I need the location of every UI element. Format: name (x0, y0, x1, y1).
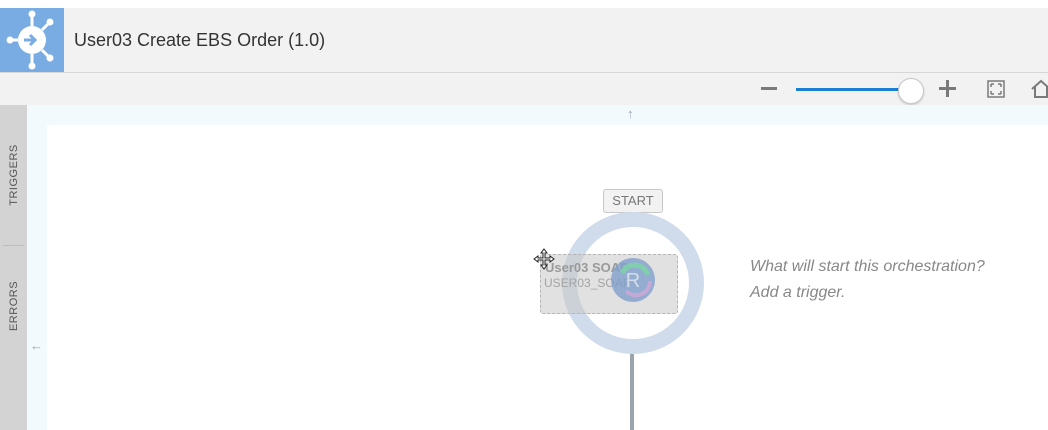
plus-icon (939, 80, 956, 97)
home-icon (1031, 79, 1048, 98)
svg-text:R: R (626, 270, 640, 292)
page-title: User03 Create EBS Order (1.0) (74, 30, 326, 50)
home-button[interactable] (1030, 79, 1048, 99)
minus-icon (761, 87, 777, 90)
tab-errors[interactable]: ERRORS (0, 253, 27, 358)
canvas-toolbar (0, 73, 1048, 106)
canvas-top-gutter (27, 105, 1048, 125)
tab-triggers-label: TRIGGERS (7, 144, 20, 206)
left-rail: TRIGGERS ERRORS (0, 105, 27, 430)
rail-divider (3, 245, 24, 246)
fit-to-screen-button[interactable] (986, 79, 1006, 99)
zoom-slider-handle[interactable] (898, 78, 925, 104)
integration-icon (0, 8, 64, 72)
start-node: START (603, 189, 663, 213)
tab-triggers[interactable]: TRIGGERS (0, 115, 27, 235)
header-bar: User03 Create EBS Order (1.0) (0, 8, 1048, 73)
move-cursor-icon (533, 248, 555, 270)
tab-errors-label: ERRORS (7, 280, 20, 331)
trigger-prompt-line1: What will start this orchestration? (750, 258, 985, 275)
soap-adapter-icon: R (608, 255, 658, 305)
scroll-up-arrow[interactable]: ↑ (627, 106, 634, 121)
zoom-out-button[interactable] (758, 78, 780, 100)
top-strip (0, 0, 1048, 8)
scroll-left-arrow[interactable]: ← (30, 338, 43, 353)
canvas-left-gutter (27, 105, 47, 430)
trigger-prompt-line2: Add a trigger. (750, 284, 846, 301)
trigger-prompt: What will start this orchestration? Add … (750, 254, 985, 306)
fit-to-screen-icon (987, 80, 1005, 98)
zoom-in-button[interactable] (936, 78, 960, 100)
flow-connector (630, 352, 634, 430)
